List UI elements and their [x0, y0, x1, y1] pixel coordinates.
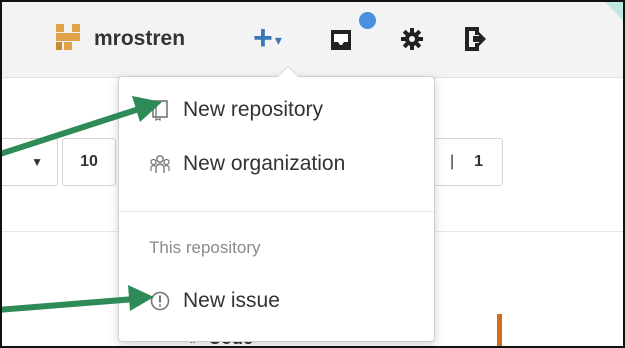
screenshot-frame: mrostren + ▾ ▼ 10 | 1 New repository New… — [0, 0, 625, 348]
annotation-arrows — [2, 96, 162, 313]
arrow-to-new-repository — [2, 96, 162, 157]
arrow-to-new-issue — [2, 285, 154, 313]
